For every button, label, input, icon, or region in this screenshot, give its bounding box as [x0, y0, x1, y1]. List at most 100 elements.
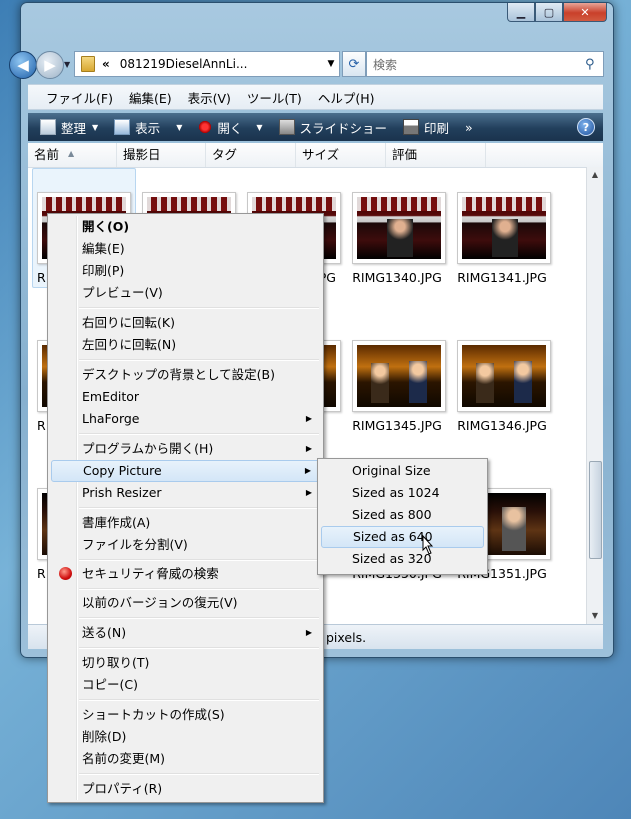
address-bar[interactable]: « 081219DieselAnnLi... ▼ [74, 51, 340, 77]
menu-edit[interactable]: 編集(E) [121, 88, 180, 107]
help-icon[interactable]: ? [577, 118, 595, 136]
menu-item-copy-picture[interactable]: Copy Picture ▶ [51, 460, 320, 482]
column-date-taken[interactable]: 撮影日 [117, 143, 206, 167]
menu-item-set-desktop[interactable]: デスクトップの背景として設定(B) [51, 364, 320, 386]
address-chevron[interactable]: « [102, 57, 110, 71]
submenu-item-320[interactable]: Sized as 320 [321, 548, 484, 570]
caption-buttons: ▁ ▢ ✕ [507, 3, 607, 22]
submenu-item-1024[interactable]: Sized as 1024 [321, 482, 484, 504]
submenu-item-800[interactable]: Sized as 800 [321, 504, 484, 526]
more-button[interactable]: » [461, 120, 477, 135]
menu-separator [79, 647, 319, 649]
menu-item-restore-versions[interactable]: 以前のバージョンの復元(V) [51, 592, 320, 614]
search-input[interactable]: 検索 [373, 56, 585, 73]
submenu-item-640[interactable]: Sized as 640 [321, 526, 484, 548]
folder-icon [81, 56, 95, 72]
menu-item-print[interactable]: 印刷(P) [51, 260, 320, 282]
menu-item-send-to-label: 送る(N) [82, 625, 127, 640]
file-name[interactable]: RIMG1340.JPG [342, 270, 452, 285]
file-thumbnail[interactable] [352, 340, 446, 412]
file-thumbnail[interactable] [352, 192, 446, 264]
menu-item-rename[interactable]: 名前の変更(M) [51, 748, 320, 770]
menu-item-create-archive[interactable]: 書庫作成(A) [51, 512, 320, 534]
menu-file[interactable]: ファイル(F) [28, 88, 121, 107]
views-button[interactable]: 表示 ▼ [110, 118, 186, 137]
menu-item-preview[interactable]: プレビュー(V) [51, 282, 320, 304]
menu-item-open[interactable]: 開く(O) [51, 216, 320, 238]
slideshow-button[interactable]: スライドショー [275, 118, 392, 137]
refresh-button[interactable]: ⟳ [342, 51, 366, 77]
arrow-left-icon: ◀ [17, 56, 29, 74]
thumbnail-image [462, 197, 546, 259]
menu-tools[interactable]: ツール(T) [239, 88, 310, 107]
menu-item-cut[interactable]: 切り取り(T) [51, 652, 320, 674]
menu-item-create-shortcut[interactable]: ショートカットの作成(S) [51, 704, 320, 726]
file-thumbnail[interactable] [457, 192, 551, 264]
file-name[interactable]: RIMG1341.JPG [447, 270, 557, 285]
menu-item-open-with[interactable]: プログラムから開く(H) ▶ [51, 438, 320, 460]
security-scan-icon [59, 567, 72, 580]
column-rating[interactable]: 評価 [386, 143, 486, 167]
recent-pages-dropdown[interactable]: ▼ [64, 60, 70, 69]
menu-item-edit[interactable]: 編集(E) [51, 238, 320, 260]
maximize-button[interactable]: ▢ [535, 3, 563, 22]
menu-view[interactable]: 表示(V) [180, 88, 239, 107]
chevron-down-icon: ▼ [256, 122, 263, 132]
close-button[interactable]: ✕ [563, 3, 607, 22]
menu-item-copy[interactable]: コピー(C) [51, 674, 320, 696]
organize-button[interactable]: 整理 ▼ [36, 118, 102, 137]
menu-help[interactable]: ヘルプ(H) [310, 88, 383, 107]
chevron-down-icon[interactable]: ▼ [323, 59, 339, 69]
submenu-arrow-icon: ▶ [305, 444, 312, 453]
file-name[interactable]: RIMG1345.JPG [342, 418, 452, 433]
scroll-down-icon[interactable]: ▼ [587, 608, 603, 624]
menu-item-security-scan[interactable]: セキュリティ脅威の検索 [51, 563, 320, 585]
thumbnail-image [462, 345, 546, 407]
chevron-down-icon: ▼ [176, 122, 183, 132]
menu-bar: ファイル(F) 編集(E) 表示(V) ツール(T) ヘルプ(H) [28, 84, 603, 110]
back-button[interactable]: ◀ [9, 51, 37, 79]
column-tags[interactable]: タグ [206, 143, 296, 167]
submenu-arrow-icon: ▶ [304, 466, 311, 475]
organize-icon [40, 119, 56, 135]
scroll-up-icon[interactable]: ▲ [587, 167, 603, 183]
scrollbar-thumb[interactable] [589, 461, 602, 559]
slideshow-label: スライドショー [299, 120, 388, 136]
printer-icon [403, 119, 420, 135]
column-size[interactable]: サイズ [296, 143, 386, 167]
menu-item-prish-resizer[interactable]: Prish Resizer ▶ [51, 482, 320, 504]
menu-item-emeditor[interactable]: EmEditor [51, 386, 320, 408]
arrow-right-icon: ▶ [44, 56, 56, 74]
menu-item-delete[interactable]: 削除(D) [51, 726, 320, 748]
submenu-item-original-size[interactable]: Original Size [321, 460, 484, 482]
menu-item-rotate-cw[interactable]: 右回りに回転(K) [51, 312, 320, 334]
file-thumbnail[interactable] [457, 340, 551, 412]
address-path[interactable]: 081219DieselAnnLi... [120, 57, 323, 71]
print-button[interactable]: 印刷 [399, 118, 453, 137]
submenu-arrow-icon: ▶ [305, 628, 312, 637]
views-label: 表示 [135, 120, 161, 136]
menu-separator [79, 588, 319, 590]
open-label: 開く [217, 120, 243, 136]
context-menu: 開く(O) 編集(E) 印刷(P) プレビュー(V) 右回りに回転(K) 左回り… [47, 213, 324, 803]
menu-item-prish-resizer-label: Prish Resizer [82, 485, 162, 500]
menu-item-properties[interactable]: プロパティ(R) [51, 778, 320, 800]
thumbnail-image [357, 197, 441, 259]
open-button[interactable]: 開く ▼ [194, 118, 266, 137]
search-box[interactable]: 検索 ⚲ [366, 51, 604, 77]
menu-separator [79, 773, 319, 775]
menu-item-rotate-ccw[interactable]: 左回りに回転(N) [51, 334, 320, 356]
vertical-scrollbar[interactable]: ▲ ▼ [586, 167, 603, 624]
menu-item-lhaforge[interactable]: LhaForge ▶ [51, 408, 320, 430]
menu-separator [79, 433, 319, 435]
menu-item-split-file[interactable]: ファイルを分割(V) [51, 534, 320, 556]
menu-separator [79, 617, 319, 619]
search-icon[interactable]: ⚲ [585, 57, 603, 72]
menu-item-send-to[interactable]: 送る(N) ▶ [51, 622, 320, 644]
mouse-pointer-icon [422, 535, 434, 555]
minimize-button[interactable]: ▁ [507, 3, 535, 22]
command-bar: 整理 ▼ 表示 ▼ 開く ▼ スライドショー 印刷 » ? [28, 113, 603, 141]
forward-button[interactable]: ▶ [36, 51, 64, 79]
column-name[interactable]: 名前 ▲ [28, 143, 117, 167]
file-name[interactable]: RIMG1346.JPG [447, 418, 557, 433]
